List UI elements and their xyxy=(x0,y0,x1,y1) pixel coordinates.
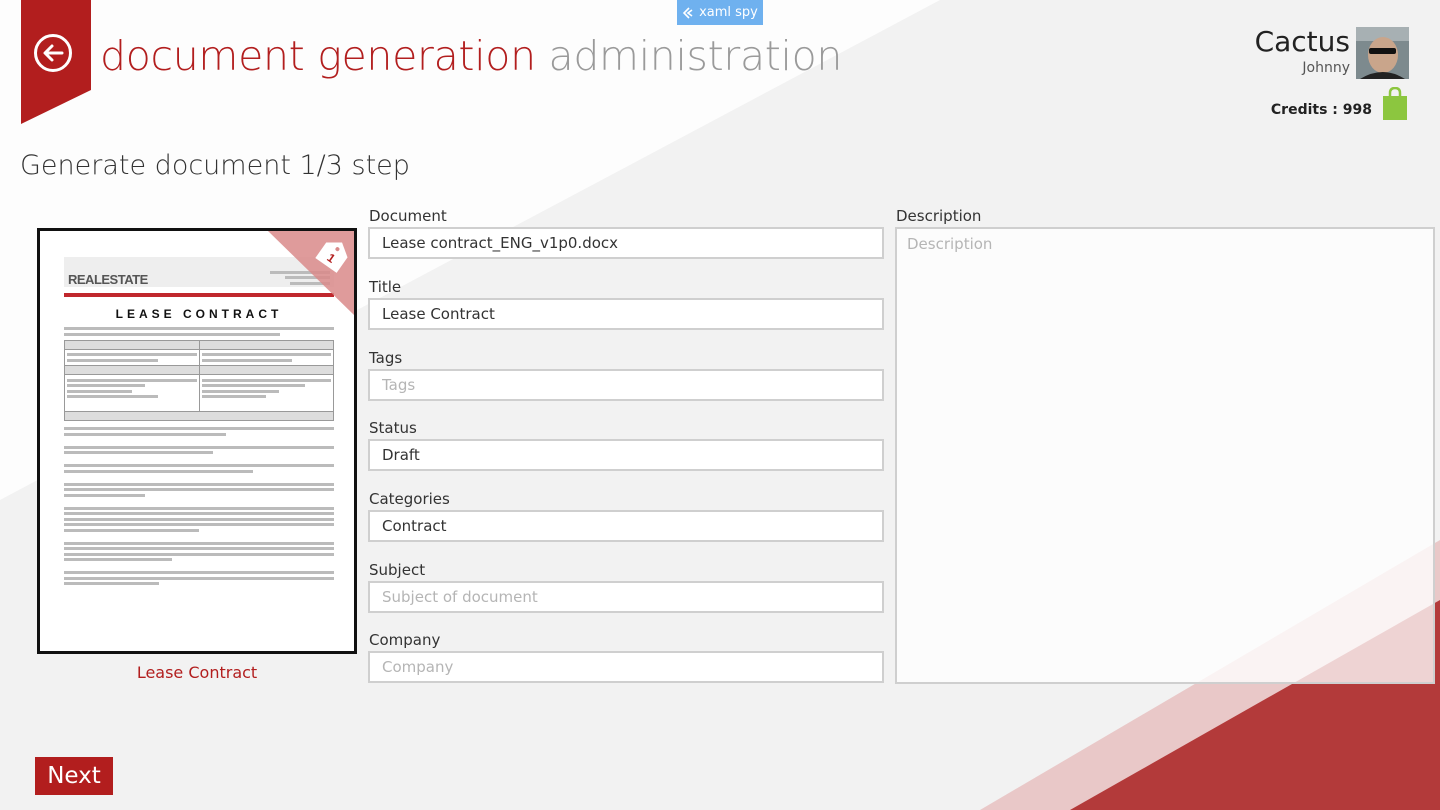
user-info[interactable]: Cactus Johnny xyxy=(1255,24,1350,76)
user-first-name: Cactus xyxy=(1254,25,1350,58)
tags-label: Tags xyxy=(369,349,403,367)
subject-label: Subject xyxy=(369,561,426,579)
categories-field[interactable] xyxy=(368,510,884,542)
avatar-image xyxy=(1356,27,1409,79)
mini-document-body xyxy=(64,427,334,585)
document-preview[interactable]: 1 REALESTATE LEASE CONTRACT xyxy=(37,228,357,654)
subject-field[interactable] xyxy=(368,581,884,613)
next-button[interactable]: Next xyxy=(35,757,113,795)
xaml-spy-label: xaml spy xyxy=(699,5,758,20)
avatar[interactable] xyxy=(1356,27,1409,79)
xaml-spy-badge[interactable]: xaml spy xyxy=(677,0,763,25)
shopping-bag-icon[interactable] xyxy=(1383,87,1407,120)
description-field[interactable] xyxy=(895,227,1435,684)
mini-document-table xyxy=(64,339,334,421)
title-field[interactable] xyxy=(368,298,884,330)
company-label: Company xyxy=(369,631,441,649)
categories-label: Categories xyxy=(369,490,450,508)
page-title: document generation administration xyxy=(100,30,842,82)
page-title-main: document generation xyxy=(100,32,536,80)
step-title: Generate document 1/3 step xyxy=(20,150,410,181)
realestate-logo: REALESTATE xyxy=(68,272,148,287)
preview-caption: Lease Contract xyxy=(136,663,258,682)
company-field[interactable] xyxy=(368,651,884,683)
credits-label: Credits : 998 xyxy=(1270,102,1372,118)
status-label: Status xyxy=(369,419,417,437)
document-field[interactable] xyxy=(368,227,884,259)
xaml-spy-icon xyxy=(682,6,693,19)
document-label: Document xyxy=(369,207,447,225)
tags-field[interactable] xyxy=(368,369,884,401)
user-last-name: Johnny xyxy=(1302,60,1350,76)
back-arrow-icon xyxy=(43,44,64,62)
title-label: Title xyxy=(369,278,402,296)
page-title-secondary: administration xyxy=(548,32,843,80)
back-button[interactable] xyxy=(34,34,72,72)
status-field[interactable] xyxy=(368,439,884,471)
description-label: Description xyxy=(896,207,982,225)
